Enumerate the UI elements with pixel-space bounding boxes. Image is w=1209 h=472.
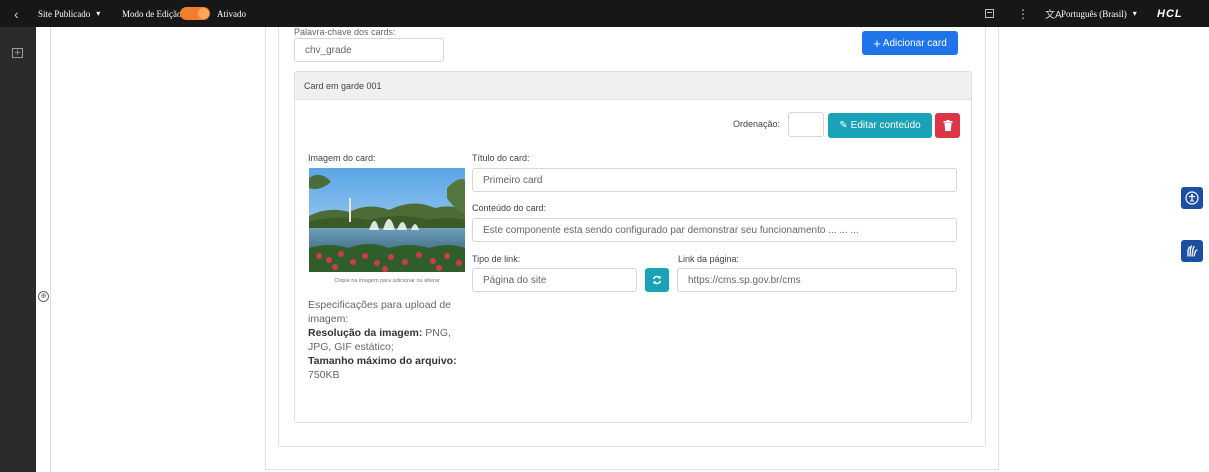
add-card-label: Adicionar card	[882, 37, 947, 49]
order-label: Ordenação:	[733, 119, 781, 129]
image-label: Imagem do card:	[308, 153, 376, 163]
publish-status-label: Site Publicado	[38, 8, 91, 19]
plus-icon: +	[873, 35, 881, 51]
page-link-input[interactable]: https://cms.sp.gov.br/cms	[677, 268, 957, 292]
delete-card-button[interactable]	[935, 113, 960, 138]
accessibility-icon	[1185, 191, 1199, 205]
toggle-knob	[198, 8, 209, 19]
trash-icon	[943, 120, 952, 131]
link-type-label: Tipo de link:	[472, 254, 521, 264]
chevron-down-icon: ▾	[1132, 9, 1137, 18]
specs-size-label: Tamanho máximo do arquivo:	[308, 355, 457, 367]
sign-language-icon	[1187, 245, 1198, 257]
card-header-title[interactable]: Card em garde 001	[295, 72, 971, 100]
specs-size-value: 750KB	[308, 369, 340, 381]
card-content-label: Conteúdo do card:	[472, 203, 547, 213]
chevron-down-icon: ▾	[96, 9, 101, 18]
link-type-input[interactable]: Página do site	[472, 268, 637, 292]
upload-specs: Especificações para upload de imagem: Re…	[308, 298, 468, 382]
hcl-logo: HCL	[1157, 7, 1183, 20]
back-icon[interactable]: ‹	[14, 0, 19, 27]
add-component-icon[interactable]: +	[12, 48, 23, 58]
refresh-icon	[652, 275, 662, 285]
add-card-button[interactable]: + Adicionar card	[862, 31, 958, 55]
keyword-input[interactable]: chv_grade	[294, 38, 444, 62]
translate-icon: 文A	[1045, 10, 1062, 21]
keyword-label: Palavra-chave dos cards:	[294, 27, 396, 37]
specs-resolution-label: Resolução da imagem:	[308, 327, 423, 339]
language-label: Português (Brasil)	[1061, 8, 1127, 19]
panel-divider	[50, 27, 51, 472]
specs-intro: Especificações para upload de imagem:	[308, 299, 452, 325]
publish-status-dropdown[interactable]: Site Publicado ▾	[38, 0, 100, 27]
edit-mode-label: Modo de Edição:	[122, 8, 184, 19]
card-content-input[interactable]: Este componente esta sendo configurado p…	[472, 218, 957, 242]
edit-mode-toggle[interactable]	[180, 7, 210, 20]
page-link-label: Link da página:	[678, 254, 740, 264]
pencil-icon: ✎	[839, 120, 848, 131]
card-title-input[interactable]: Primeiro card	[472, 168, 957, 192]
page-layout-icon[interactable]	[985, 0, 995, 27]
more-options-icon[interactable]: ⋮	[1017, 0, 1029, 27]
sign-language-button[interactable]	[1181, 240, 1203, 262]
top-toolbar: ‹ Site Publicado ▾ Modo de Edição: Ativa…	[0, 0, 1209, 27]
image-hint: Clique na imagem para adicionar ou alter…	[334, 278, 440, 284]
card-image[interactable]	[309, 168, 465, 272]
accessibility-button[interactable]	[1181, 187, 1203, 209]
left-rail: +	[0, 27, 36, 472]
refresh-link-button[interactable]	[645, 268, 669, 292]
language-dropdown[interactable]: Português (Brasil) ▾	[1061, 0, 1137, 27]
card-title-label: Título do card:	[472, 153, 530, 163]
order-input[interactable]	[788, 112, 824, 137]
edit-mode-state: Ativado	[217, 8, 246, 19]
edit-content-button[interactable]: ✎ Editar conteúdo	[828, 113, 932, 138]
edit-content-label: Editar conteúdo	[850, 120, 921, 131]
expand-panel-icon[interactable]: ⊕	[38, 291, 49, 302]
